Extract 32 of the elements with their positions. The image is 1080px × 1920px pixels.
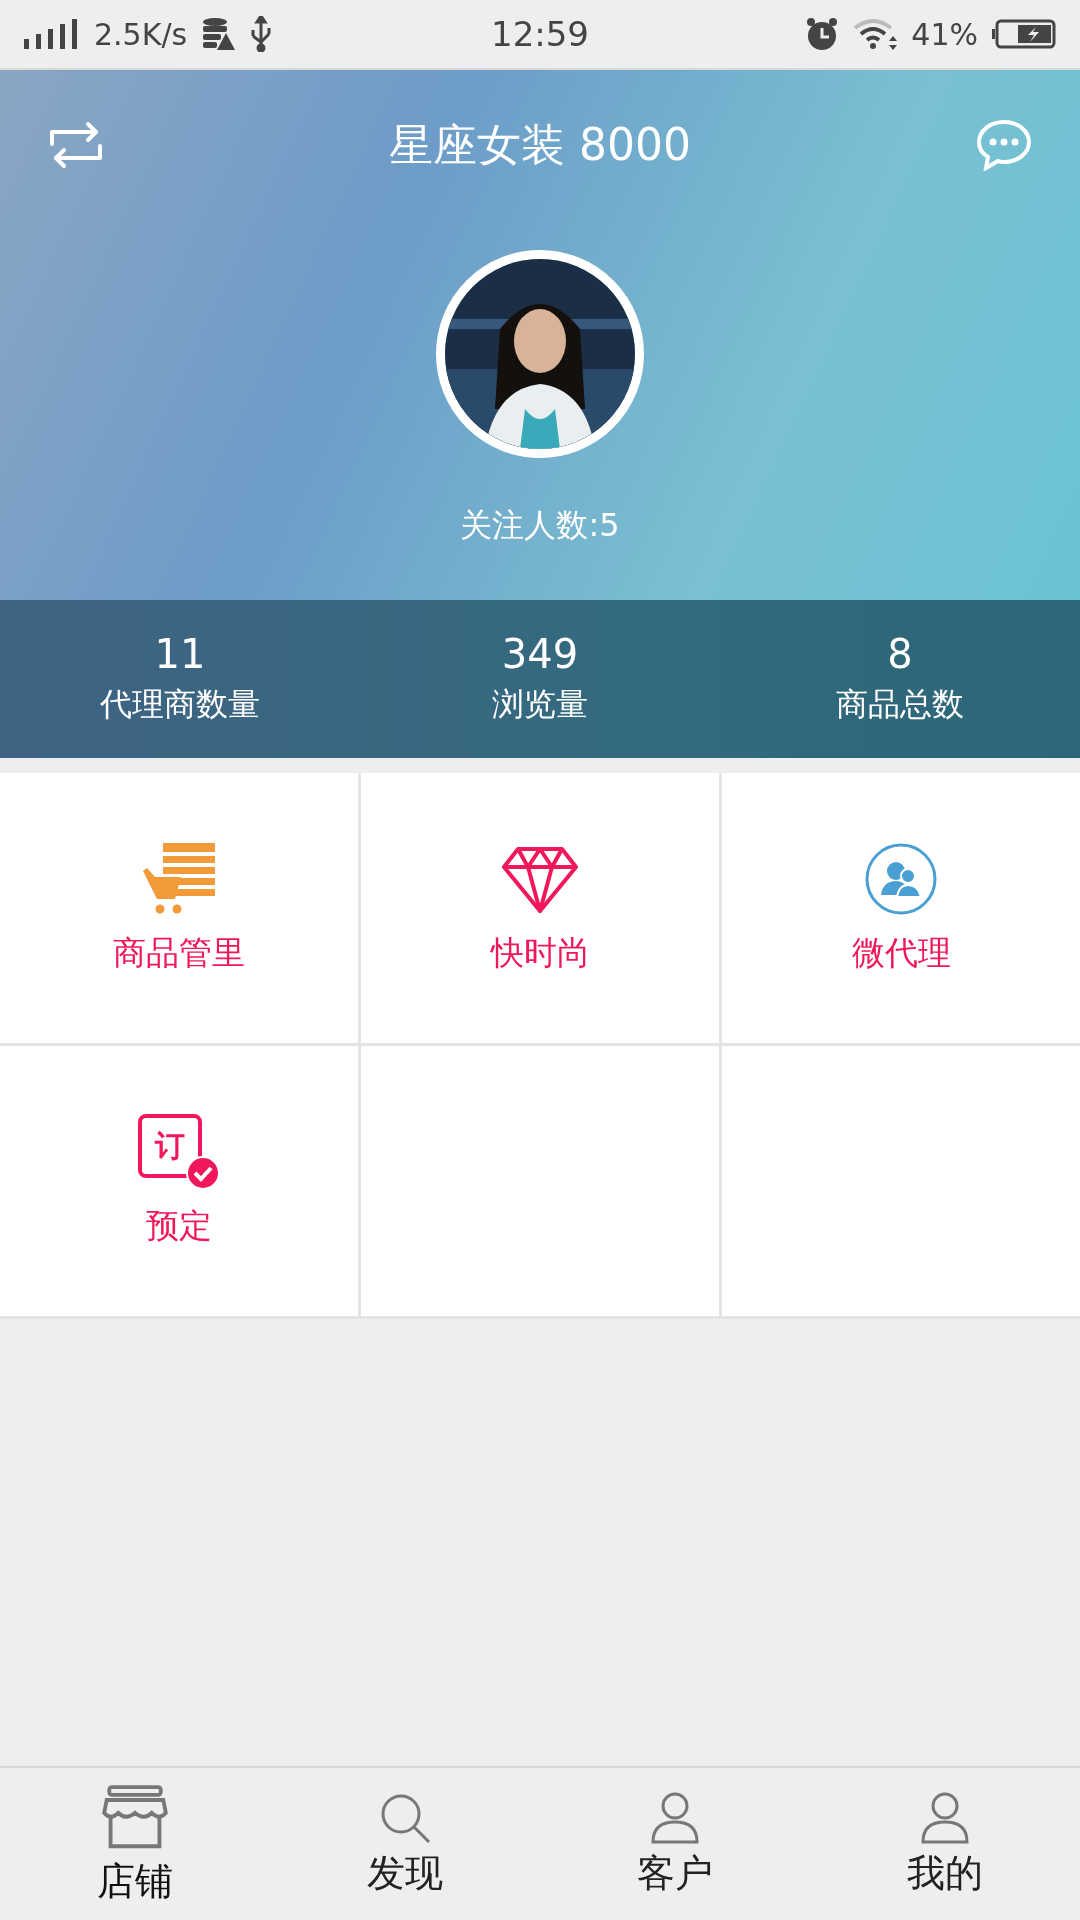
signal-icon: [24, 19, 80, 49]
people-icon: [863, 841, 939, 917]
usb-icon: [249, 16, 274, 52]
stat-label: 商品总数: [836, 684, 964, 725]
menu-tile[interactable]: 快时尚: [361, 773, 719, 1043]
menu-tile[interactable]: 微代理: [722, 773, 1080, 1043]
alarm-icon: [805, 17, 840, 51]
nav-tab[interactable]: 发现: [270, 1768, 540, 1920]
clock: 12:59: [491, 14, 589, 54]
battery-percent: 41%: [911, 16, 978, 52]
tile-label: 微代理: [851, 932, 951, 974]
stat-label: 浏览量: [492, 684, 588, 725]
menu-tile[interactable]: 订 预定: [0, 1046, 358, 1316]
follower-count: 关注人数:5: [460, 505, 620, 546]
nav-tab[interactable]: 我的: [810, 1768, 1080, 1920]
stat-value: 8: [887, 631, 913, 677]
stat-value: 349: [501, 631, 579, 677]
database-warning-icon: [201, 17, 236, 51]
wifi-icon: [853, 18, 898, 50]
battery-charging-icon: [992, 19, 1056, 49]
swap-icon[interactable]: [48, 120, 104, 170]
tile-label: 预定: [146, 1205, 212, 1247]
shop-title: 星座女装 8000: [389, 117, 691, 172]
menu-tile[interactable]: 商品管里: [0, 773, 358, 1043]
network-speed: 2.5K/s: [94, 16, 188, 52]
stat-value: 11: [154, 631, 206, 677]
tile-label: 快时尚: [490, 932, 590, 974]
tile-label: 商品管里: [113, 932, 245, 974]
nav-tab[interactable]: 客户: [540, 1768, 810, 1920]
chat-icon[interactable]: [976, 119, 1032, 171]
stat-label: 代理商数量: [100, 684, 260, 725]
nav-tab[interactable]: 店铺: [0, 1768, 270, 1920]
